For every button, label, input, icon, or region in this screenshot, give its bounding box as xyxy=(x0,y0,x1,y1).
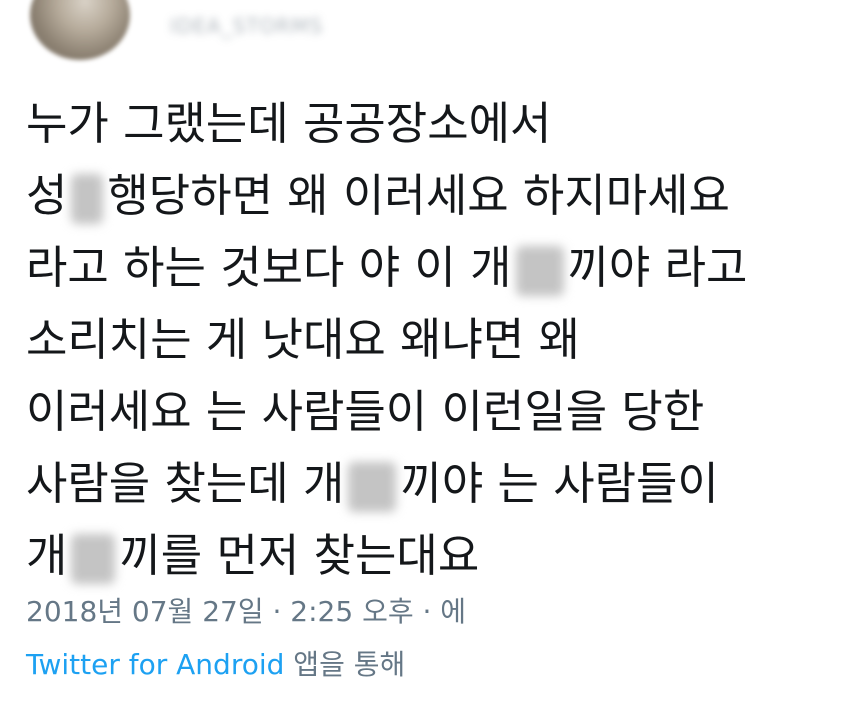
censor-blur xyxy=(71,174,104,224)
tweet-line: 누가 그랬는데 공공장소에서 xyxy=(26,97,552,150)
tweet-card: IDEA_STORMS 누가 그랬는데 공공장소에서 성 행당하면 왜 이러세요 … xyxy=(0,0,864,708)
source-suffix: 앱을 통해 xyxy=(284,648,406,681)
censor-blur xyxy=(71,534,116,584)
tweet-line: 소리치는 게 낫대요 왜냐면 왜 xyxy=(26,313,581,366)
tweet-line: 개 끼를 먼저 찾는대요 xyxy=(26,529,480,584)
tweet-text: 누가 그랬는데 공공장소에서 성 행당하면 왜 이러세요 하지마세요 라고 하는 … xyxy=(26,88,856,592)
tweet-line: 사람을 찾는데 개 끼야 는 사람들이 xyxy=(26,457,719,512)
avatar[interactable] xyxy=(30,0,130,60)
censor-blur xyxy=(515,246,564,296)
tweet-line: 이러세요 는 사람들이 이런일을 당한 xyxy=(26,385,705,438)
tweet-header: IDEA_STORMS xyxy=(0,0,864,72)
username[interactable]: IDEA_STORMS xyxy=(170,14,323,38)
tweet-line: 성 행당하면 왜 이러세요 하지마세요 xyxy=(26,169,730,224)
censor-blur xyxy=(348,462,397,512)
source-app-link[interactable]: Twitter for Android xyxy=(26,648,284,681)
tweet-line: 라고 하는 것보다 야 이 개 끼야 라고 xyxy=(26,241,748,296)
tweet-timestamp[interactable]: 2018년 07월 27일 · 2:25 오후 · 에 xyxy=(26,590,466,630)
tweet-source: Twitter for Android 앱을 통해 xyxy=(26,643,405,683)
